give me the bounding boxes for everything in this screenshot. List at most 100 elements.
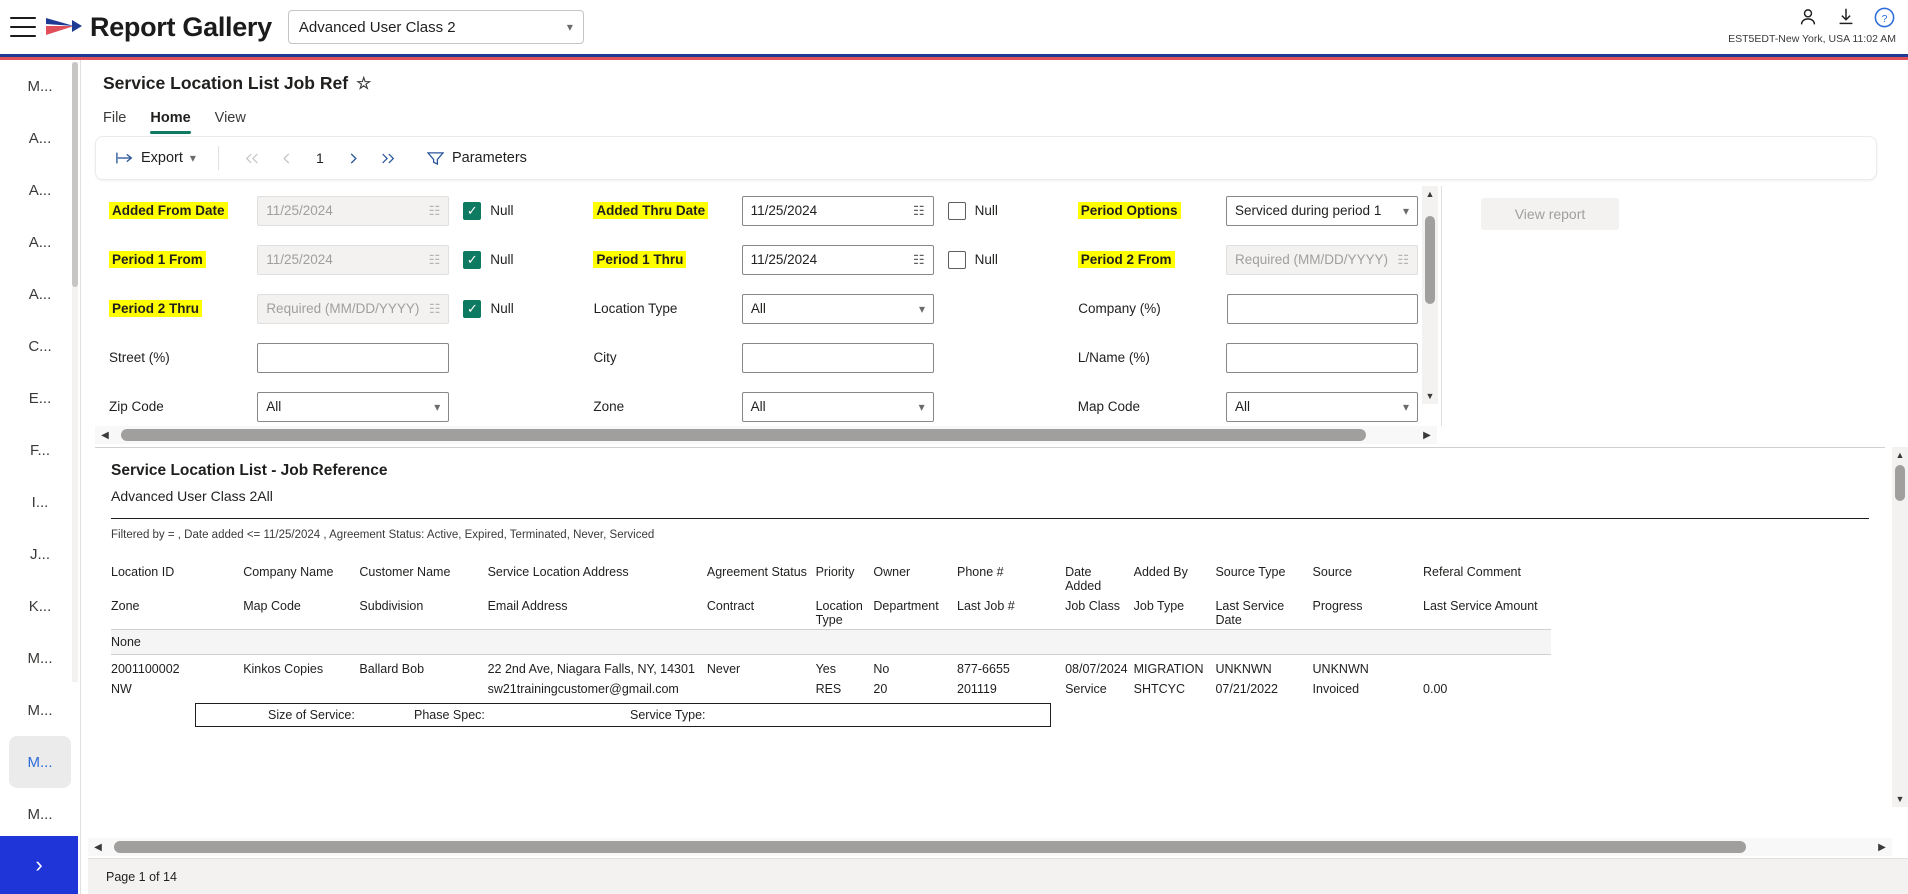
tab-home[interactable]: Home (150, 110, 191, 134)
scroll-left-icon[interactable]: ◀ (95, 430, 115, 441)
th-referal-comment: Referal Comment (1423, 565, 1521, 579)
parameters-vscroll-track[interactable] (1422, 202, 1438, 388)
calendar-icon[interactable]: ☷ (429, 301, 441, 317)
calendar-icon[interactable]: ☷ (1397, 252, 1409, 268)
param-select-map-code[interactable]: All ▾ (1225, 391, 1418, 422)
param-label-map-code: Map Code (1077, 399, 1141, 414)
menu-icon[interactable] (10, 17, 36, 37)
scroll-left-icon[interactable]: ◀ (88, 842, 108, 853)
null-label: Null (490, 252, 514, 267)
sidebar-item-13-active[interactable]: M... (9, 736, 71, 788)
scroll-up-icon[interactable]: ▲ (1426, 186, 1435, 202)
sidebar-item-5[interactable]: C... (0, 320, 80, 372)
parameters-hscroll-thumb[interactable] (121, 429, 1366, 441)
scroll-right-icon[interactable]: ▶ (1872, 842, 1892, 853)
tab-file[interactable]: File (103, 110, 126, 134)
param-null-added-thru-date: Null (947, 201, 1034, 220)
calendar-icon[interactable]: ☷ (913, 252, 925, 268)
calendar-icon[interactable]: ☷ (913, 203, 925, 219)
parameters-divider (1441, 186, 1442, 426)
user-icon[interactable] (1797, 6, 1819, 28)
parameters-hscroll-track[interactable] (115, 429, 1417, 441)
param-input-added-from-date[interactable]: 11/25/2024 ☷ (257, 195, 450, 226)
null-checkbox-added-thru-date[interactable] (947, 201, 966, 220)
scroll-down-icon[interactable]: ▼ (1892, 791, 1908, 807)
parameters-vertical-scrollbar[interactable]: ▲ ▼ (1422, 186, 1438, 404)
sidebar-item-3[interactable]: A... (0, 216, 80, 268)
parameters-button[interactable]: Parameters (426, 150, 527, 166)
sidebar-expand-button[interactable]: › (0, 836, 78, 894)
scroll-up-icon[interactable]: ▲ (1892, 447, 1908, 463)
param-select-location-type[interactable]: All ▾ (741, 293, 935, 324)
sidebar-item-9[interactable]: J... (0, 528, 80, 580)
null-checkbox-period-1-from[interactable]: ✓ (463, 250, 482, 269)
param-input-lname[interactable] (1226, 342, 1418, 373)
report-vertical-scrollbar[interactable]: ▲ ▼ (1892, 447, 1908, 807)
param-input-added-thru-date[interactable]: 11/25/2024 ☷ (741, 195, 934, 226)
null-checkbox-added-from-date[interactable]: ✓ (463, 201, 482, 220)
null-checkbox-period-2-thru[interactable]: ✓ (463, 299, 482, 318)
sidebar-item-12[interactable]: M... (0, 684, 80, 736)
param-select-zip-code[interactable]: All ▾ (257, 391, 450, 422)
scroll-right-icon[interactable]: ▶ (1417, 430, 1437, 441)
sidebar-item-0[interactable]: M... (0, 60, 80, 112)
param-input-period-2-from[interactable]: Required (MM/DD/YYYY) ☷ (1225, 244, 1418, 275)
param-input-period-1-thru[interactable]: 11/25/2024 ☷ (741, 244, 934, 275)
parameters-horizontal-scrollbar[interactable]: ◀ ▶ (95, 426, 1437, 444)
th-email-address: Email Address (487, 599, 568, 613)
export-button[interactable]: Export ▾ (110, 150, 202, 166)
param-input-city[interactable] (741, 342, 934, 373)
last-page-button[interactable] (371, 143, 405, 173)
sidebar-scrollbar-thumb[interactable] (72, 62, 78, 287)
null-label: Null (974, 203, 998, 218)
calendar-icon[interactable]: ☷ (429, 203, 441, 219)
help-icon[interactable]: ? (1873, 6, 1896, 29)
user-class-select[interactable]: Advanced User Class 2 ▾ (287, 10, 584, 44)
favorite-star-icon[interactable]: ☆ (356, 74, 371, 94)
sidebar-item-6[interactable]: E... (0, 372, 80, 424)
th-last-service-amount: Last Service Amount (1423, 599, 1538, 613)
param-input-company[interactable] (1226, 293, 1418, 324)
sidebar-item-4[interactable]: A... (0, 268, 80, 320)
table-row-secondary[interactable]: NW sw21trainingcustomer@gmail.com RES 20… (111, 679, 1551, 699)
view-report-button[interactable]: View report (1481, 198, 1619, 230)
page-number-input[interactable]: 1 (303, 150, 337, 166)
calendar-icon[interactable]: ☷ (429, 252, 441, 268)
table-row[interactable]: 2001100002 Kinkos Copies Ballard Bob 22 … (111, 655, 1551, 680)
param-input-period-2-thru[interactable]: Required (MM/DD/YYYY) ☷ (257, 293, 450, 324)
sidebar-item-8[interactable]: I... (0, 476, 80, 528)
prev-page-button[interactable] (269, 143, 303, 173)
sidebar-item-11[interactable]: M... (0, 632, 80, 684)
tab-view[interactable]: View (215, 110, 246, 134)
null-checkbox-period-1-thru[interactable] (947, 250, 966, 269)
report-panel: Service Location List Job Ref ☆ File Hom… (80, 60, 1908, 894)
param-select-period-options[interactable]: Serviced during period 1 ▾ (1225, 195, 1418, 226)
download-icon[interactable] (1835, 6, 1857, 28)
sidebar-item-10[interactable]: K... (0, 580, 80, 632)
th-owner: Owner (873, 565, 911, 579)
timezone-label: EST5EDT-New York, USA 11:02 AM (1728, 33, 1896, 45)
page-title: Service Location List Job Ref ☆ (103, 73, 371, 94)
parameters-vscroll-thumb[interactable] (1425, 216, 1435, 304)
cell-service-location-address: 22 2nd Ave, Niagara Falls, NY, 14301 (487, 662, 695, 676)
first-page-button[interactable] (235, 143, 269, 173)
sidebar-scrollbar[interactable] (72, 62, 78, 682)
sidebar-item-14[interactable]: M... (0, 788, 80, 840)
chevron-down-icon: ▾ (189, 151, 196, 165)
export-icon (116, 152, 133, 164)
param-input-street[interactable] (257, 342, 450, 373)
sidebar-item-7[interactable]: F... (0, 424, 80, 476)
th-location-id: Location ID (111, 565, 175, 579)
report-horizontal-scrollbar[interactable]: ◀ ▶ (88, 838, 1892, 856)
table-header-row-1: Location ID Company Name Customer Name S… (111, 563, 1551, 595)
sidebar-item-2[interactable]: A... (0, 164, 80, 216)
param-input-period-1-from[interactable]: 11/25/2024 ☷ (257, 244, 450, 275)
report-hscroll-thumb[interactable] (114, 841, 1746, 853)
sidebar-item-1[interactable]: A... (0, 112, 80, 164)
scroll-down-icon[interactable]: ▼ (1426, 388, 1435, 404)
th-map-code: Map Code (243, 599, 301, 613)
param-select-zone[interactable]: All ▾ (741, 391, 934, 422)
report-vscroll-thumb[interactable] (1895, 465, 1905, 501)
report-hscroll-track[interactable] (108, 841, 1872, 853)
next-page-button[interactable] (337, 143, 371, 173)
